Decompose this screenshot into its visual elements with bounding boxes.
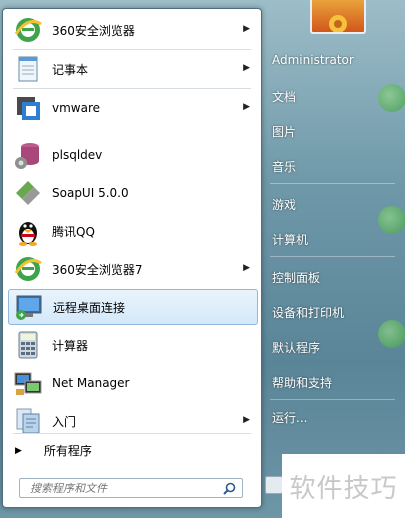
shutdown-button[interactable] [265,476,283,494]
program-label: 计算器 [52,338,89,353]
program-label: 360安全浏览器7 [52,262,143,277]
place-user-name[interactable]: Administrator [272,53,354,67]
program-item-plsqldev[interactable]: plsqldev [8,137,258,173]
start-menu-places-pane: Administrator 文档 图片 音乐 游戏 计算机 控制面板 设备和打印… [262,0,405,518]
divider [270,183,395,184]
watermark: 软件技巧 [282,454,405,518]
program-item-net-manager[interactable]: Net Manager [8,365,258,401]
plsqldev-icon [12,139,44,171]
all-programs-label: 所有程序 [43,444,92,458]
divider [270,399,395,400]
program-item-360-browser-7[interactable]: 360安全浏览器7 ▶ [8,251,258,287]
remote-desktop-icon [13,291,45,323]
program-item-qq[interactable]: 腾讯QQ [8,213,258,249]
user-picture-flower[interactable] [310,0,366,34]
place-default-programs[interactable]: 默认程序 [272,339,320,356]
place-computer[interactable]: 计算机 [272,231,308,248]
start-menu-programs-pane: 360安全浏览器 ▶ 记事本 ▶ vmware ▶ plsqldev SoapU… [2,8,262,508]
place-devices-printers[interactable]: 设备和打印机 [272,304,344,321]
divider [13,88,251,89]
search-input[interactable] [28,480,222,496]
program-item-notepad[interactable]: 记事本 ▶ [8,51,258,87]
qq-penguin-icon [12,215,44,247]
program-label: Net Manager [52,376,130,390]
program-label: 腾讯QQ [52,224,95,239]
submenu-arrow-icon: ▶ [243,415,250,425]
calculator-icon [12,329,44,361]
ie-360-icon [12,253,44,285]
place-pictures[interactable]: 图片 [272,123,296,140]
program-label: 360安全浏览器 [52,23,135,38]
program-label: vmware [52,101,101,115]
divider [270,256,395,257]
program-label: 记事本 [52,62,89,77]
program-label: plsqldev [52,148,103,162]
program-item-vmware[interactable]: vmware ▶ [8,90,258,126]
program-item-soapui[interactable]: SoapUI 5.0.0 [8,175,258,211]
place-music[interactable]: 音乐 [272,158,296,175]
all-programs-button[interactable]: ▶ 所有程序 [15,442,92,459]
notepad-icon [12,53,44,85]
net-manager-icon [12,367,44,399]
watermark-text: 软件技巧 [289,473,398,504]
ie-360-icon [12,14,44,46]
program-item-calculator[interactable]: 计算器 [8,327,258,363]
place-control-panel[interactable]: 控制面板 [272,269,320,286]
vmware-icon [12,92,44,124]
divider [13,433,251,434]
program-label: 入门 [52,414,77,429]
submenu-arrow-icon: ▶ [243,263,250,273]
submenu-arrow-icon: ▶ [243,102,250,112]
arrow-right-icon: ▶ [15,445,22,456]
submenu-arrow-icon: ▶ [243,63,250,73]
program-item-remote-desktop[interactable]: 远程桌面连接 [8,289,258,325]
program-label: SoapUI 5.0.0 [52,186,129,200]
submenu-arrow-icon: ▶ [243,24,250,34]
program-label: 远程桌面连接 [53,300,126,315]
place-documents[interactable]: 文档 [272,88,296,105]
divider [13,49,251,50]
place-help-support[interactable]: 帮助和支持 [272,374,332,391]
place-games[interactable]: 游戏 [272,196,296,213]
program-item-360-browser[interactable]: 360安全浏览器 ▶ [8,12,258,48]
place-run[interactable]: 运行... [272,409,307,426]
soapui-icon [12,177,44,209]
search-icon[interactable] [223,482,236,498]
search-box[interactable] [19,478,243,498]
